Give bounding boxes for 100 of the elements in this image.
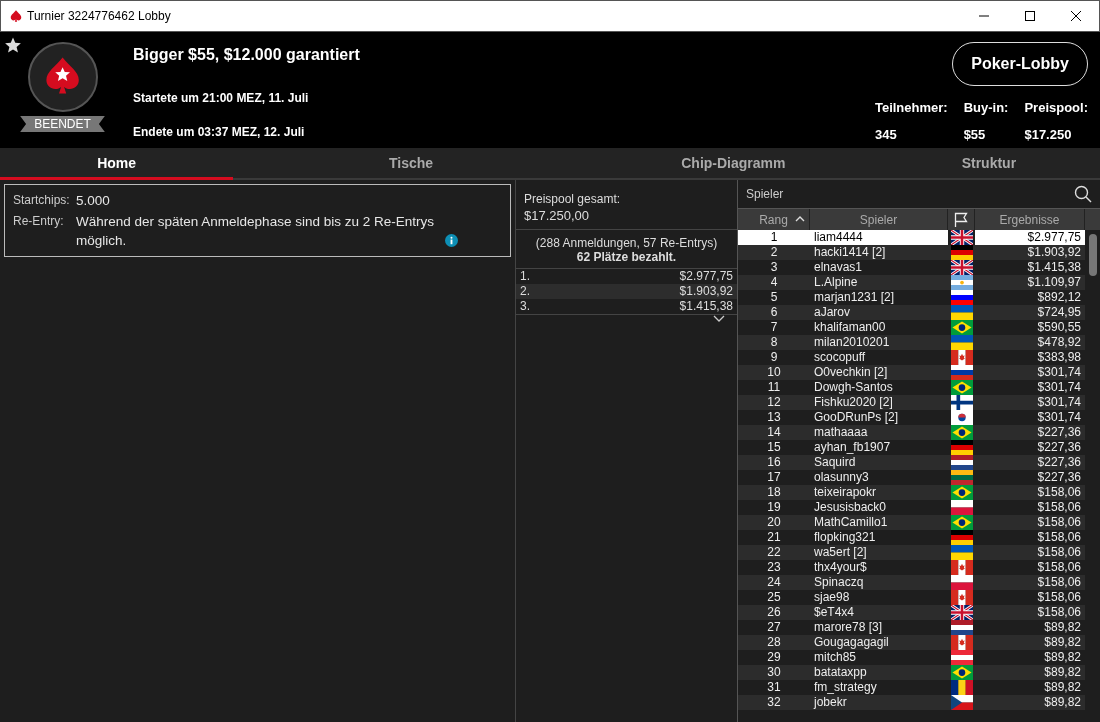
stat-label: Buy-in: (963, 100, 1009, 115)
player-name-cell-text: khalifaman00 (813, 320, 887, 335)
result-cell-text: $158,06 (1036, 500, 1082, 515)
player-row[interactable]: 6 aJarov $724,95 (738, 305, 1085, 320)
rank-cell-text: 23 (766, 560, 782, 575)
country-flag-icon (950, 665, 973, 680)
result-cell-text: $89,82 (1043, 635, 1082, 650)
country-flag-icon (950, 335, 973, 350)
paid-places-text: 62 Plätze bezahlt. (575, 250, 678, 264)
rank-cell-text: 16 (766, 455, 782, 470)
player-row[interactable]: 30 batataxpp $89,82 (738, 665, 1085, 680)
player-name-cell-text: thx4your$ (813, 560, 868, 575)
tab[interactable]: Tische (233, 148, 589, 180)
player-row[interactable]: 1 liam4444 $2.977,75 (738, 230, 1085, 245)
player-name-cell-text: ayhan_fb1907 (813, 440, 892, 455)
player-name-cell-text: olasunny3 (813, 470, 870, 485)
poker-lobby-button[interactable]: Poker-Lobby (952, 42, 1088, 86)
result-cell-text: $158,06 (1036, 560, 1082, 575)
payout-amount: $2.977,75 (679, 269, 733, 284)
rank-cell-text: 12 (766, 395, 782, 410)
country-flag-icon (950, 620, 973, 635)
payout-place: 1. (520, 269, 530, 284)
player-name-cell-text: scocopuff (813, 350, 867, 365)
player-row[interactable]: 20 MathCamillo1 $158,06 (738, 515, 1085, 530)
info-label: Startchips: (13, 192, 71, 209)
player-name-cell-text: wa5ert [2] (813, 545, 868, 560)
stat-value: 345 (874, 127, 898, 142)
player-row[interactable]: 32 jobekr $89,82 (738, 695, 1085, 710)
chevron-down-icon[interactable] (713, 315, 725, 323)
country-flag-icon (950, 440, 973, 455)
country-flag-icon (950, 230, 973, 245)
payout-place: 2. (520, 284, 530, 299)
rank-cell-text: 11 (766, 380, 782, 395)
result-cell-text: $1.109,97 (1026, 275, 1082, 290)
player-name-cell-text: Spinaczq (813, 575, 865, 590)
tab[interactable]: Struktur (877, 148, 1100, 180)
result-cell-text: $478,92 (1036, 335, 1082, 350)
player-row[interactable]: 4 L.Alpine $1.109,97 (738, 275, 1085, 290)
result-cell-text: $158,06 (1036, 545, 1082, 560)
player-row[interactable]: 22 wa5ert [2] $158,06 (738, 545, 1085, 560)
player-row[interactable]: 24 Spinaczq $158,06 (738, 575, 1085, 590)
rank-cell-text: 13 (766, 410, 782, 425)
player-name-cell-text: aJarov (813, 305, 852, 320)
player-row[interactable]: 28 Gougagagagil $89,82 (738, 635, 1085, 650)
result-cell-text: $383,98 (1036, 350, 1082, 365)
player-row[interactable]: 10 O0vechkin [2] $301,74 (738, 365, 1085, 380)
player-name-cell-text: mathaaaa (813, 425, 869, 440)
rank-cell-text: 1 (769, 230, 779, 245)
country-flag-icon (950, 245, 973, 260)
player-row[interactable]: 2 hacki1414 [2] $1.903,92 (738, 245, 1085, 260)
player-name-cell-text: $eT4x4 (813, 605, 856, 620)
player-name-cell-text: liam4444 (813, 230, 864, 245)
rank-cell-text: 19 (766, 500, 782, 515)
tournament-title: Bigger $55, $12.000 garantiert (133, 46, 361, 64)
stat-label: Preispool: (1024, 100, 1088, 115)
country-flag-icon (950, 470, 973, 485)
rank-cell-text: 14 (766, 425, 782, 440)
player-name-cell-text: Fishku2020 [2] (813, 395, 894, 410)
player-name-cell-text: hacki1414 [2] (813, 245, 887, 260)
payout-amount: $1.903,92 (679, 284, 733, 299)
prizepool-total: $17.250,00 (524, 208, 591, 223)
stat-value: $17.250 (1024, 127, 1073, 142)
rank-cell-text: 27 (766, 620, 782, 635)
player-row[interactable]: 8 milan2010201 $478,92 (738, 335, 1085, 350)
tab[interactable]: Chip-Diagramm (588, 148, 878, 180)
country-flag-icon (950, 590, 973, 605)
result-cell-text: $158,06 (1036, 605, 1082, 620)
country-flag-icon (950, 530, 973, 545)
rank-cell-text: 10 (766, 365, 782, 380)
player-name-cell-text: Jesusisback0 (813, 500, 888, 515)
country-flag-icon (950, 605, 973, 620)
result-cell-text: $158,06 (1036, 515, 1082, 530)
country-flag-icon (950, 650, 973, 665)
country-flag-icon (950, 485, 973, 500)
prizepool-label: Preispool gesamt: (524, 192, 622, 206)
maximize-icon[interactable] (1024, 10, 1036, 22)
country-flag-icon (950, 560, 973, 575)
rank-cell-text: 21 (766, 530, 782, 545)
result-cell-text: $301,74 (1036, 380, 1082, 395)
close-icon[interactable] (1070, 10, 1082, 22)
rank-cell-text: 26 (766, 605, 782, 620)
result-cell-text: $301,74 (1036, 365, 1082, 380)
rank-cell-text: 25 (766, 590, 782, 605)
rank-cell-text: 15 (766, 440, 782, 455)
star-icon[interactable] (4, 36, 22, 54)
result-cell-text: $89,82 (1043, 620, 1082, 635)
player-name-cell-text: Gougagagagil (813, 635, 890, 650)
player-row[interactable]: 26 $eT4x4 $158,06 (738, 605, 1085, 620)
country-flag-icon (950, 425, 973, 440)
result-cell-text: $892,12 (1036, 290, 1082, 305)
payout-amount: $1.415,38 (679, 299, 733, 314)
player-row[interactable]: 18 teixeirapokr $158,06 (738, 485, 1085, 500)
result-cell-text: $158,06 (1036, 530, 1082, 545)
player-row[interactable]: 14 mathaaaa $227,36 (738, 425, 1085, 440)
spade-logo-icon (27, 42, 98, 112)
info-icon[interactable] (445, 234, 458, 247)
player-row[interactable]: 16 Saquird $227,36 (738, 455, 1085, 470)
player-row[interactable]: 12 Fishku2020 [2] $301,74 (738, 395, 1085, 410)
search-icon[interactable] (1074, 185, 1092, 203)
rank-cell-text: 28 (766, 635, 782, 650)
